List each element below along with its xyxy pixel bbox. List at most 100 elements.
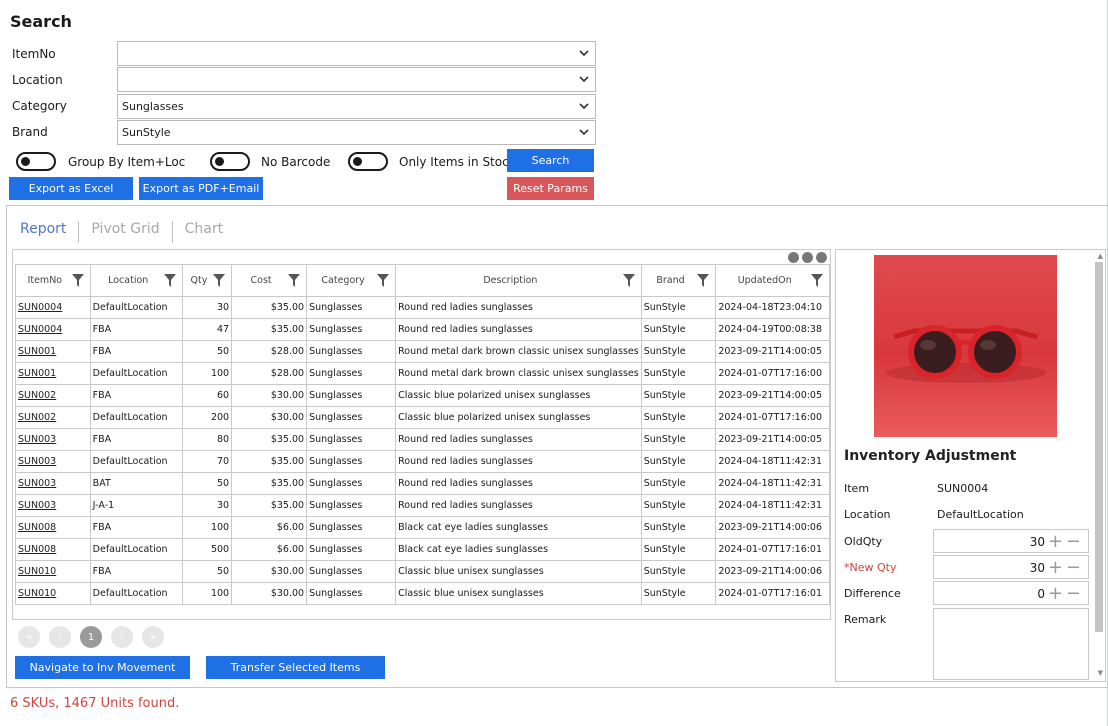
remark-input[interactable] [933,608,1089,680]
table-header-row: ItemNo Location Qty Cost Category Description… [15,264,830,297]
table-cell: SunStyle [640,340,717,363]
table-cell[interactable]: SUN010 [15,582,91,605]
scroll-down-icon[interactable]: ▼ [1098,669,1103,677]
filter-icon[interactable] [811,274,823,287]
table-cell[interactable]: SUN001 [15,340,91,363]
table-cell: SunStyle [640,472,717,495]
table-row[interactable]: SUN002 FBA 60 $30.00 Sunglasses Classic blue … [15,384,830,407]
table-cell[interactable]: SUN008 [15,538,91,561]
table-cell: FBA [89,516,183,539]
column-header[interactable]: Cost [231,264,308,297]
table-cell[interactable]: SUN003 [15,494,91,517]
adjustment-title: Inventory Adjustment [844,448,1017,464]
filter-icon[interactable] [377,274,390,287]
next-page-button[interactable]: › [111,626,133,648]
column-header[interactable]: UpdatedOn [715,264,830,297]
table-row[interactable]: SUN0004 DefaultLocation 30 $35.00 Sunglasses… [15,296,830,319]
table-row[interactable]: SUN003 BAT 50 $35.00 Sunglasses Round red lad… [15,472,830,495]
filter-icon[interactable] [697,274,710,287]
tab-pivot-grid[interactable]: Pivot Grid [91,221,173,243]
plus-minus-icon[interactable]: +− [1048,557,1084,578]
table-cell[interactable]: SUN003 [15,428,91,451]
more-options-icon[interactable] [788,252,827,263]
table-cell[interactable]: SUN0004 [15,296,91,319]
scroll-up-icon[interactable]: ▲ [1098,252,1103,260]
column-header[interactable]: Location [89,264,183,297]
table-cell: DefaultLocation [89,362,183,385]
column-header[interactable]: Brand [640,264,717,297]
navigate-inv-movement-button[interactable]: Navigate to Inv Movement [15,656,190,679]
column-header[interactable]: ItemNo [15,264,91,297]
table-row[interactable]: SUN001 DefaultLocation 100 $28.00 Sunglasses… [15,362,830,385]
in-stock-toggle[interactable] [348,152,388,171]
table-row[interactable]: SUN0004 FBA 47 $35.00 Sunglasses Round red la… [15,318,830,341]
table-row[interactable]: SUN003 FBA 80 $35.00 Sunglasses Round red lad… [15,428,830,451]
no-barcode-toggle[interactable] [210,152,250,171]
table-cell[interactable]: SUN001 [15,362,91,385]
column-header[interactable]: Category [306,264,397,297]
current-page-button[interactable]: 1 [80,626,102,648]
tab-report[interactable]: Report [20,221,80,243]
table-row[interactable]: SUN001 FBA 50 $28.00 Sunglasses Round metal d… [15,340,830,363]
table-cell[interactable]: SUN003 [15,472,91,495]
table-cell: 500 [181,538,233,561]
location-label: Location [844,508,891,521]
table-cell: $30.00 [231,582,308,605]
itemno-select[interactable] [117,41,596,66]
plus-minus-icon[interactable]: +− [1048,531,1084,552]
table-row[interactable]: SUN003 DefaultLocation 70 $35.00 Sunglasses R… [15,450,830,473]
toggle-knob [353,157,362,166]
reset-params-button[interactable]: Reset Params [507,177,594,200]
table-cell[interactable]: SUN010 [15,560,91,583]
table-cell[interactable]: SUN003 [15,450,91,473]
table-cell: FBA [89,428,183,451]
table-cell: 2024-04-19T00:08:38 [715,318,830,341]
filter-icon[interactable] [71,274,84,287]
table-cell[interactable]: SUN002 [15,384,91,407]
newqty-stepper[interactable]: 30 +− [933,555,1089,579]
filter-icon[interactable] [622,274,635,287]
filter-icon[interactable] [213,274,226,287]
table-cell: $35.00 [231,472,308,495]
plus-minus-icon[interactable]: +− [1048,583,1084,604]
last-page-button[interactable]: » [142,626,164,648]
table-cell[interactable]: SUN008 [15,516,91,539]
table-row[interactable]: SUN010 DefaultLocation 100 $30.00 Sunglasses… [15,582,830,605]
table-row[interactable]: SUN008 FBA 100 $6.00 Sunglasses Black cat eye… [15,516,830,539]
table-cell: 60 [181,384,233,407]
table-cell: SunStyle [640,362,717,385]
column-header[interactable]: Qty [181,264,233,297]
table-cell: $30.00 [231,384,308,407]
column-header[interactable]: Description [395,264,642,297]
transfer-selected-button[interactable]: Transfer Selected Items [206,656,385,679]
table-cell[interactable]: SUN0004 [15,318,91,341]
table-cell: Sunglasses [306,494,397,517]
table-row[interactable]: SUN008 DefaultLocation 500 $6.00 Sunglasses B… [15,538,830,561]
table-cell: Round red ladies sunglasses [395,318,642,341]
table-cell[interactable]: SUN002 [15,406,91,429]
table-cell: 30 [181,494,233,517]
table-row[interactable]: SUN010 FBA 50 $30.00 Sunglasses Classic blue … [15,560,830,583]
oldqty-stepper[interactable]: 30 +− [933,529,1089,553]
group-by-toggle[interactable] [16,152,56,171]
location-select[interactable] [117,67,596,92]
filter-icon[interactable] [163,274,176,287]
newqty-value: 30 [1029,561,1045,575]
export-excel-button[interactable]: Export as Excel [9,177,133,200]
category-select[interactable]: Sunglasses [117,94,596,119]
report-grid: ItemNo Location Qty Cost Category Description… [12,249,831,620]
first-page-button[interactable]: « [18,626,40,648]
table-cell: DefaultLocation [89,582,183,605]
table-cell: 2023-09-21T14:00:06 [715,560,830,583]
scrollbar[interactable] [1095,262,1103,632]
difference-stepper[interactable]: 0 +− [933,581,1089,605]
table-row[interactable]: SUN003 J-A-1 30 $35.00 Sunglasses Round red l… [15,494,830,517]
brand-select[interactable]: SunStyle [117,120,596,145]
search-title: Search [10,12,72,31]
prev-page-button[interactable]: ‹ [49,626,71,648]
filter-icon[interactable] [288,274,301,287]
search-button[interactable]: Search [507,149,594,172]
table-row[interactable]: SUN002 DefaultLocation 200 $30.00 Sunglasses… [15,406,830,429]
tab-chart[interactable]: Chart [185,221,235,243]
export-pdf-button[interactable]: Export as PDF+Email [139,177,263,200]
